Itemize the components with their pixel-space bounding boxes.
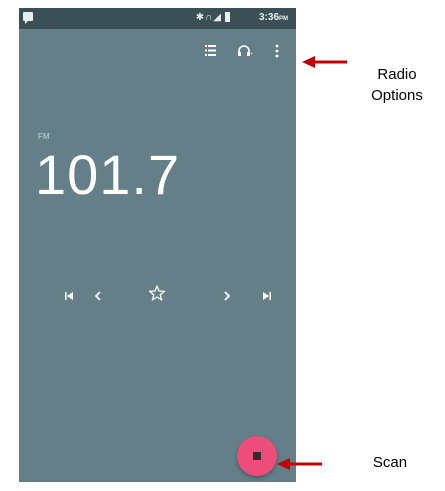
battery-icon xyxy=(225,12,230,22)
skip-next-icon[interactable] xyxy=(257,286,277,306)
frequency-display: 101.7 xyxy=(35,143,181,206)
station-list-icon[interactable] xyxy=(205,45,216,56)
radio-options-line1: Radio xyxy=(377,66,417,83)
status-time-value: 3:36 xyxy=(258,12,279,23)
headset-icon[interactable] xyxy=(238,45,253,57)
star-outline-icon[interactable] xyxy=(147,283,167,303)
status-bar: ✱∩◢ 3:36PM xyxy=(19,8,296,29)
skip-previous-icon[interactable] xyxy=(59,286,79,306)
status-time-ampm: PM xyxy=(279,16,288,22)
chevron-right-icon[interactable] xyxy=(217,286,237,306)
more-vert-icon[interactable] xyxy=(275,44,279,58)
status-icons: ✱∩◢ xyxy=(196,12,222,23)
signal-icon: ◢ xyxy=(213,12,222,23)
notification-icon xyxy=(23,12,33,24)
stop-icon xyxy=(253,452,261,460)
chevron-left-icon[interactable] xyxy=(88,286,108,306)
status-time: 3:36PM xyxy=(259,12,288,23)
radio-options-callout: Radio Options xyxy=(352,64,442,106)
scan-callout: Scan xyxy=(372,454,408,471)
scan-arrow xyxy=(277,458,322,470)
radio-options-line2: Options xyxy=(371,87,423,104)
fm-radio-screen: ✱∩◢ 3:36PM FM 101.7 xyxy=(19,8,296,482)
playback-controls xyxy=(19,283,296,306)
bluetooth-icon: ✱ xyxy=(195,12,206,23)
scan-button[interactable] xyxy=(237,436,277,476)
radio-options-arrow xyxy=(302,56,347,68)
